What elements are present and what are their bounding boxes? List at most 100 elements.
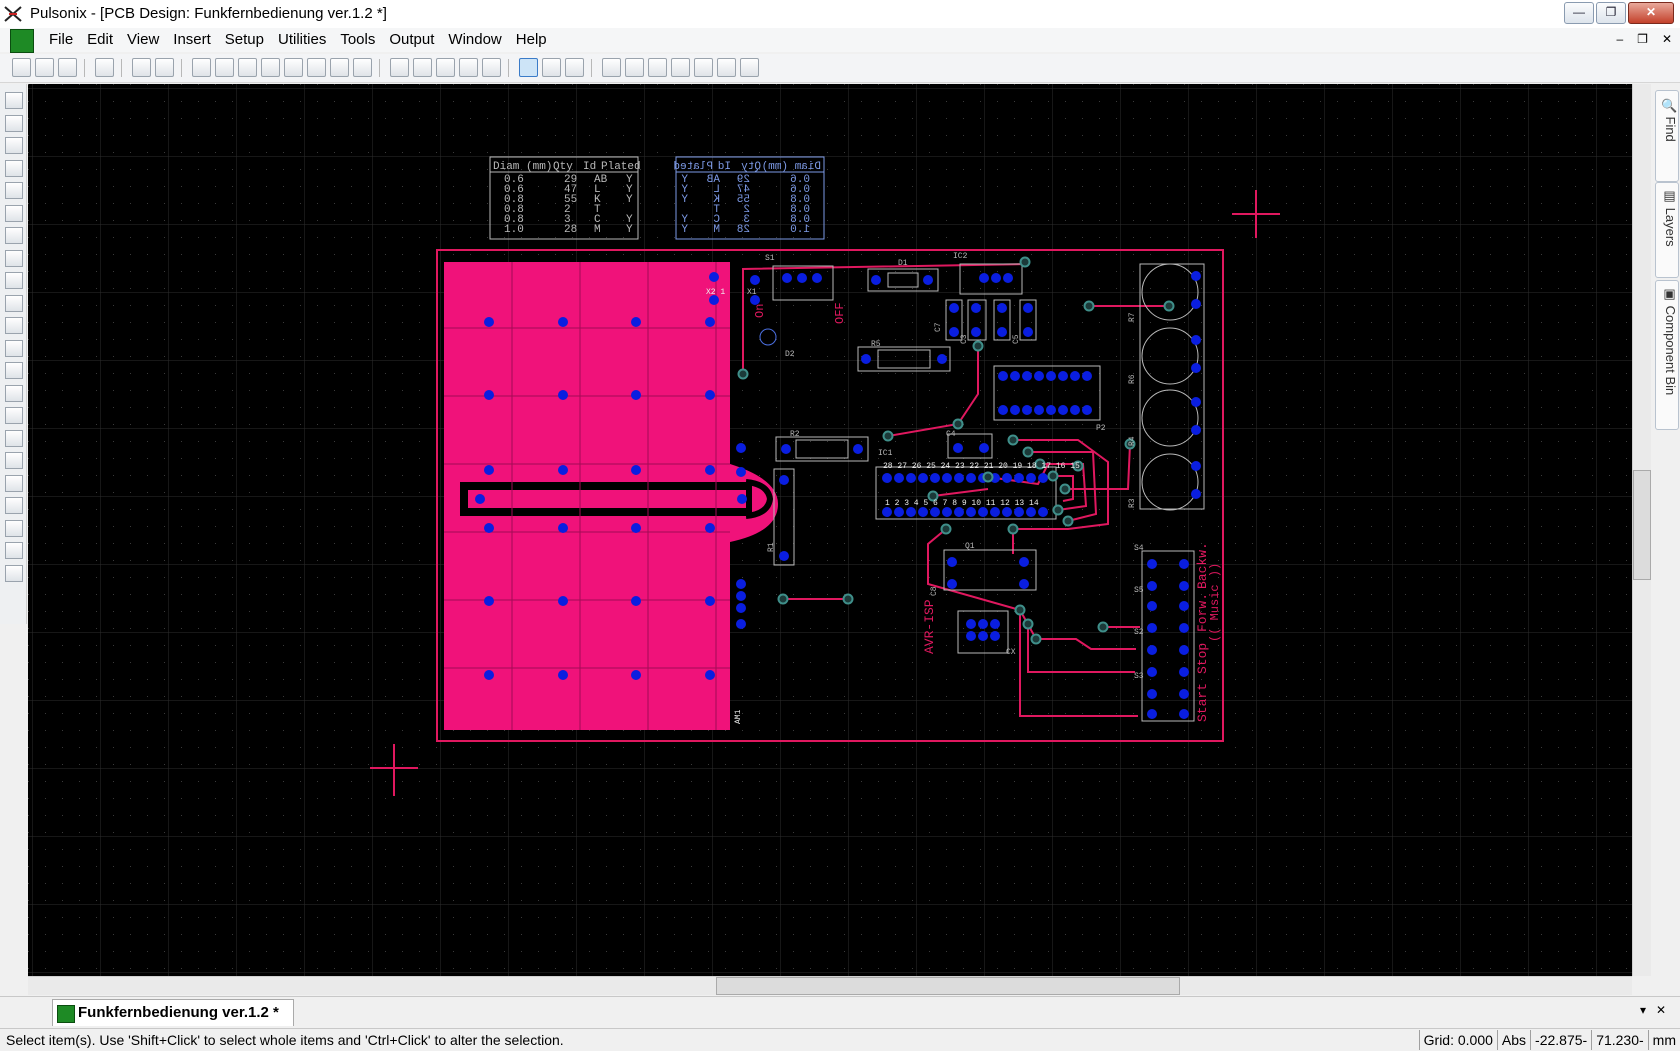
component-pad[interactable] (1022, 371, 1032, 381)
via[interactable] (1019, 256, 1031, 268)
component-pad[interactable] (1023, 327, 1033, 337)
component-pad[interactable] (1179, 559, 1189, 569)
component-pad[interactable] (1026, 473, 1036, 483)
component-pad[interactable] (894, 507, 904, 517)
component-pad[interactable] (1147, 623, 1157, 633)
print-icon[interactable] (95, 58, 114, 77)
menu-file[interactable]: File (42, 31, 80, 48)
horizontal-scroll-thumb[interactable] (716, 977, 1180, 995)
component-pad[interactable] (942, 507, 952, 517)
pour-pad[interactable] (705, 390, 715, 400)
lock-icon[interactable] (717, 58, 736, 77)
zoom-in-icon[interactable] (459, 58, 478, 77)
report-icon[interactable] (353, 58, 372, 77)
select-multi-icon[interactable] (565, 58, 584, 77)
component-pad[interactable] (1147, 601, 1157, 611)
component-pad[interactable] (1179, 601, 1189, 611)
highlight-icon[interactable] (694, 58, 713, 77)
corner-icon[interactable] (5, 294, 23, 312)
component-pad[interactable] (1147, 581, 1157, 591)
component-pad[interactable] (930, 473, 940, 483)
pour-pad[interactable] (475, 494, 485, 504)
label-icon[interactable] (5, 429, 23, 447)
component-pad[interactable] (1002, 473, 1012, 483)
component-pad[interactable] (1022, 405, 1032, 415)
component-pad[interactable] (947, 579, 957, 589)
component-pad[interactable] (954, 507, 964, 517)
component-pad[interactable] (966, 619, 976, 629)
component-pad[interactable] (1014, 473, 1024, 483)
tab-close-icon[interactable]: ✕ (1656, 1003, 1666, 1017)
tab-list-icon[interactable]: ▾ (1640, 1003, 1646, 1017)
component-pad[interactable] (990, 507, 1000, 517)
pour-pad[interactable] (709, 272, 719, 282)
component-pad[interactable] (1058, 371, 1068, 381)
component-pad[interactable] (1034, 405, 1044, 415)
pour-pad[interactable] (631, 317, 641, 327)
component-pad[interactable] (979, 273, 989, 283)
component-pad[interactable] (1002, 507, 1012, 517)
component-pad[interactable] (781, 444, 791, 454)
pour-pad[interactable] (484, 523, 494, 533)
pour-pad[interactable] (484, 465, 494, 475)
via[interactable] (1083, 300, 1095, 312)
via[interactable] (1014, 604, 1026, 616)
zoom-window-icon[interactable] (413, 58, 432, 77)
via[interactable] (1022, 618, 1034, 630)
component-pad[interactable] (930, 507, 940, 517)
unlock-icon[interactable] (740, 58, 759, 77)
rotate-icon[interactable] (5, 519, 23, 537)
menu-insert[interactable]: Insert (166, 31, 218, 48)
component-pad[interactable] (1046, 405, 1056, 415)
pour-pad[interactable] (705, 596, 715, 606)
menu-output[interactable]: Output (382, 31, 441, 48)
menu-utilities[interactable]: Utilities (271, 31, 333, 48)
layers-tab[interactable]: ▤ Layers (1655, 182, 1679, 278)
via[interactable] (1030, 633, 1042, 645)
component-pad[interactable] (1179, 623, 1189, 633)
pour-pad[interactable] (484, 390, 494, 400)
via[interactable] (1047, 470, 1059, 482)
component-pad[interactable] (736, 443, 746, 453)
pour-pad[interactable] (705, 670, 715, 680)
zoom-out-icon[interactable] (482, 58, 501, 77)
board-icon[interactable] (5, 114, 23, 132)
copper-icon[interactable] (5, 204, 23, 222)
status-units[interactable]: mm (1647, 1030, 1680, 1050)
pour-pad[interactable] (705, 465, 715, 475)
track-icon[interactable] (5, 272, 23, 289)
component-pad[interactable] (1191, 397, 1201, 407)
component-pad[interactable] (736, 603, 746, 613)
minimize-button[interactable]: — (1564, 2, 1594, 24)
pour-pad[interactable] (484, 670, 494, 680)
component-pad[interactable] (1179, 689, 1189, 699)
settings-icon[interactable] (330, 58, 349, 77)
component-pad[interactable] (1026, 507, 1036, 517)
pour-pad[interactable] (705, 317, 715, 327)
via[interactable] (737, 368, 749, 380)
via[interactable] (1097, 621, 1109, 633)
component-pad[interactable] (1191, 271, 1201, 281)
pcb-view[interactable]: Diam (mm) Qty Id Plated 0.6 29 AB Y0.6 47 L Y0… (28, 84, 1632, 976)
new-icon[interactable] (12, 58, 31, 77)
component-pad[interactable] (1038, 507, 1048, 517)
vertical-scroll-thumb[interactable] (1633, 470, 1651, 580)
component-pad[interactable] (1191, 335, 1201, 345)
component-pad[interactable] (918, 473, 928, 483)
component-pad[interactable] (1147, 559, 1157, 569)
component-pad[interactable] (1147, 645, 1157, 655)
component-pad[interactable] (949, 327, 959, 337)
component-pad[interactable] (906, 473, 916, 483)
open-icon[interactable] (35, 58, 54, 77)
via[interactable] (952, 418, 964, 430)
via[interactable] (1007, 523, 1019, 535)
pour-icon[interactable] (5, 249, 23, 267)
drc-icon[interactable] (5, 564, 23, 582)
component-pad[interactable] (736, 467, 746, 477)
area-icon[interactable] (5, 137, 23, 154)
via[interactable] (1052, 504, 1064, 516)
component-pad[interactable] (736, 591, 746, 601)
component-pad[interactable] (1191, 461, 1201, 471)
component-pad[interactable] (1179, 709, 1189, 719)
component-pad[interactable] (978, 507, 988, 517)
